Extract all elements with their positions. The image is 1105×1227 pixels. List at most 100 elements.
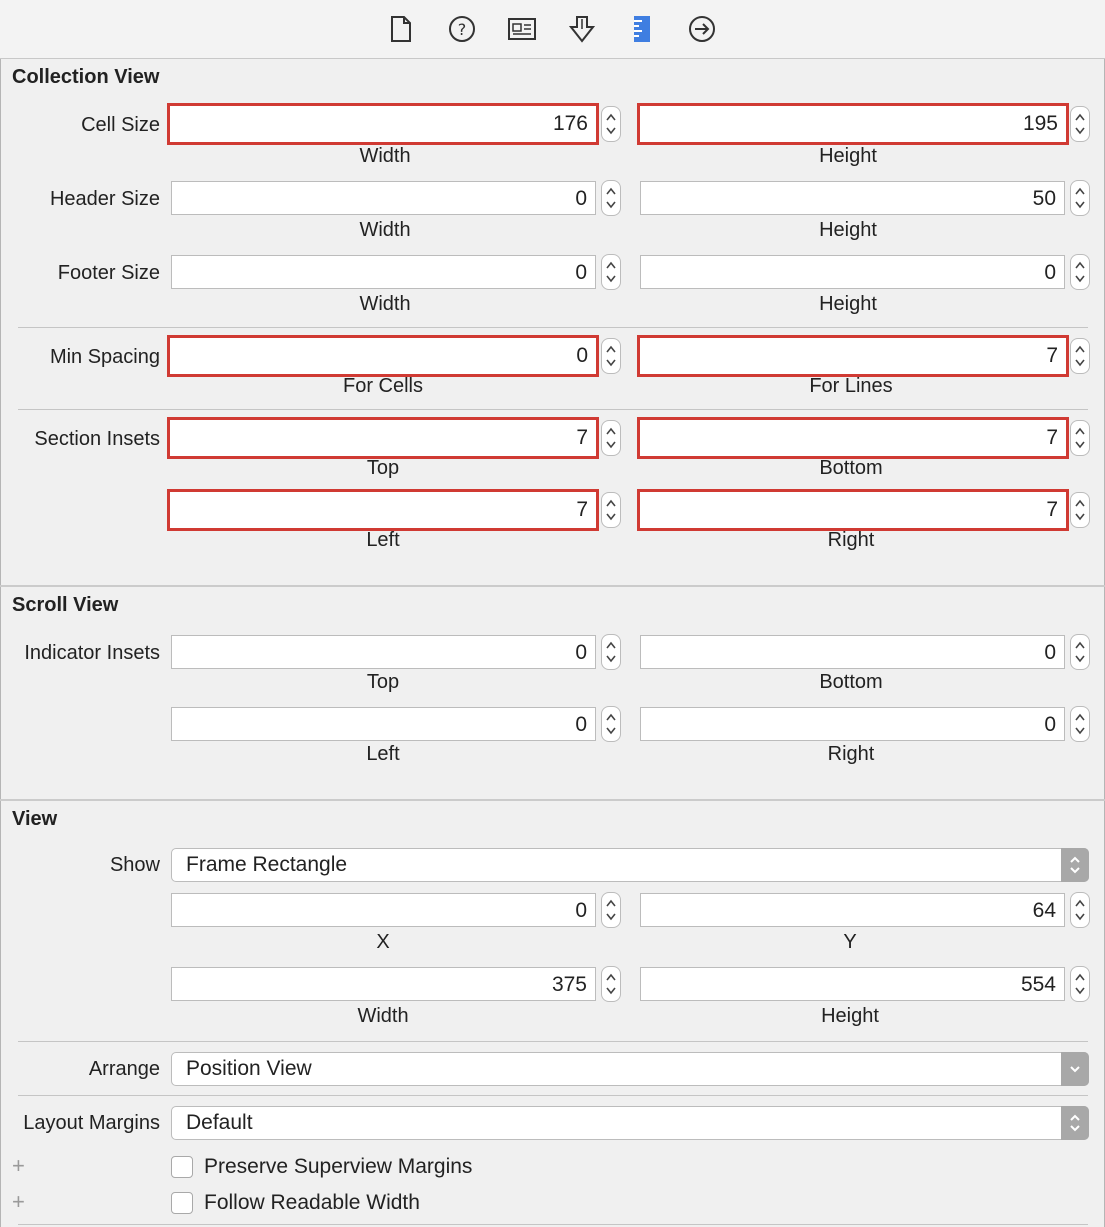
divider	[18, 409, 1088, 410]
inspector-toolbar: ?	[0, 0, 1105, 59]
min-spacing-lines-stepper[interactable]	[1070, 338, 1090, 374]
indicator-inset-left-stepper[interactable]	[601, 706, 621, 742]
cell-size-label: Cell Size	[81, 114, 160, 136]
frame-height-caption: Height	[821, 1005, 879, 1027]
layout-margins-label: Layout Margins	[23, 1112, 160, 1134]
divider	[18, 1041, 1088, 1042]
frame-width-field[interactable]: 375	[171, 967, 596, 1001]
indicator-inset-bottom-caption: Bottom	[819, 671, 883, 693]
section-inset-bottom-field[interactable]: 7	[637, 417, 1069, 459]
header-height-stepper[interactable]	[1070, 180, 1090, 216]
section-inset-left-field[interactable]: 7	[167, 489, 599, 531]
section-inset-top-caption: Top	[366, 457, 400, 479]
updown-chevron-icon	[1061, 848, 1089, 882]
svg-text:?: ?	[458, 20, 467, 39]
arrange-popup[interactable]: Position View	[171, 1052, 1089, 1086]
frame-height-field[interactable]: 554	[640, 967, 1065, 1001]
chevron-down-icon	[1061, 1052, 1089, 1086]
arrange-label: Arrange	[88, 1058, 160, 1080]
frame-height-stepper[interactable]	[1070, 966, 1090, 1002]
header-height-caption: Height	[819, 219, 877, 241]
section-inset-top-stepper[interactable]	[601, 420, 621, 456]
indicator-insets-label: Indicator Insets	[24, 642, 160, 664]
show-label: Show	[109, 854, 160, 876]
cell-height-caption: Height	[819, 145, 877, 167]
cell-height-field[interactable]: 195	[637, 103, 1069, 145]
size-inspector-icon[interactable]	[627, 14, 657, 44]
section-divider	[0, 799, 1105, 801]
section-insets-label: Section Insets	[34, 428, 160, 450]
indicator-inset-left-caption: Left	[366, 743, 400, 765]
cell-height-stepper[interactable]	[1070, 106, 1090, 142]
attributes-inspector-icon[interactable]	[567, 14, 597, 44]
indicator-inset-top-stepper[interactable]	[601, 634, 621, 670]
header-width-caption: Width	[359, 219, 411, 241]
indicator-inset-top-field[interactable]: 0	[171, 635, 596, 669]
frame-x-stepper[interactable]	[601, 892, 621, 928]
indicator-inset-right-caption: Right	[827, 743, 875, 765]
indicator-inset-right-field[interactable]: 0	[640, 707, 1065, 741]
header-height-field[interactable]: 50	[640, 181, 1065, 215]
indicator-inset-bottom-field[interactable]: 0	[640, 635, 1065, 669]
min-spacing-cells-caption: For Cells	[342, 375, 423, 397]
preserve-superview-margins-label: Preserve Superview Margins	[204, 1155, 473, 1178]
min-spacing-label: Min Spacing	[49, 346, 160, 368]
section-inset-top-field[interactable]: 7	[167, 417, 599, 459]
footer-width-stepper[interactable]	[601, 254, 621, 290]
section-inset-bottom-caption: Bottom	[819, 457, 883, 479]
min-spacing-cells-stepper[interactable]	[601, 338, 621, 374]
footer-height-stepper[interactable]	[1070, 254, 1090, 290]
footer-height-field[interactable]: 0	[640, 255, 1065, 289]
frame-width-caption: Width	[357, 1005, 409, 1027]
frame-x-caption: X	[376, 931, 390, 953]
follow-readable-width-label: Follow Readable Width	[204, 1191, 420, 1214]
min-spacing-lines-caption: For Lines	[809, 375, 893, 397]
section-inset-right-caption: Right	[827, 529, 875, 551]
indicator-inset-bottom-stepper[interactable]	[1070, 634, 1090, 670]
identity-inspector-icon[interactable]	[507, 14, 537, 44]
indicator-inset-left-field[interactable]: 0	[171, 707, 596, 741]
plus-icon[interactable]: +	[12, 1153, 25, 1179]
follow-readable-width-checkbox[interactable]	[171, 1192, 193, 1214]
indicator-inset-right-stepper[interactable]	[1070, 706, 1090, 742]
cell-width-stepper[interactable]	[601, 106, 621, 142]
section-inset-bottom-stepper[interactable]	[1070, 420, 1090, 456]
divider	[18, 1095, 1088, 1096]
section-inset-right-stepper[interactable]	[1070, 492, 1090, 528]
cell-width-caption: Width	[359, 145, 411, 167]
section-inset-right-field[interactable]: 7	[637, 489, 1069, 531]
frame-x-field[interactable]: 0	[171, 893, 596, 927]
divider	[18, 1224, 1088, 1225]
indicator-inset-top-caption: Top	[366, 671, 400, 693]
layout-margins-popup-value: Default	[186, 1111, 253, 1134]
section-inset-left-stepper[interactable]	[601, 492, 621, 528]
show-popup-value: Frame Rectangle	[186, 853, 348, 876]
connections-inspector-icon[interactable]	[687, 14, 717, 44]
show-popup[interactable]: Frame Rectangle	[171, 848, 1089, 882]
plus-icon[interactable]: +	[12, 1189, 25, 1215]
header-width-stepper[interactable]	[601, 180, 621, 216]
section-divider	[0, 585, 1105, 587]
view-section-title: View	[12, 808, 58, 830]
updown-chevron-icon	[1061, 1106, 1089, 1140]
frame-width-stepper[interactable]	[601, 966, 621, 1002]
footer-width-field[interactable]: 0	[171, 255, 596, 289]
footer-size-label: Footer Size	[57, 262, 160, 284]
header-size-label: Header Size	[49, 188, 160, 210]
arrange-popup-value: Position View	[186, 1057, 312, 1080]
divider	[18, 327, 1088, 328]
frame-y-field[interactable]: 64	[640, 893, 1065, 927]
header-width-field[interactable]: 0	[171, 181, 596, 215]
min-spacing-lines-field[interactable]: 7	[637, 335, 1069, 377]
frame-y-caption: Y	[843, 931, 857, 953]
footer-width-caption: Width	[359, 293, 411, 315]
quick-help-icon[interactable]: ?	[447, 14, 477, 44]
file-inspector-icon[interactable]	[386, 14, 416, 44]
preserve-superview-margins-checkbox[interactable]	[171, 1156, 193, 1178]
layout-margins-popup[interactable]: Default	[171, 1106, 1089, 1140]
frame-y-stepper[interactable]	[1070, 892, 1090, 928]
collection-view-section-title: Collection View	[12, 66, 160, 88]
min-spacing-cells-field[interactable]: 0	[167, 335, 599, 377]
cell-width-field[interactable]: 176	[167, 103, 599, 145]
scroll-view-section-title: Scroll View	[12, 594, 119, 616]
